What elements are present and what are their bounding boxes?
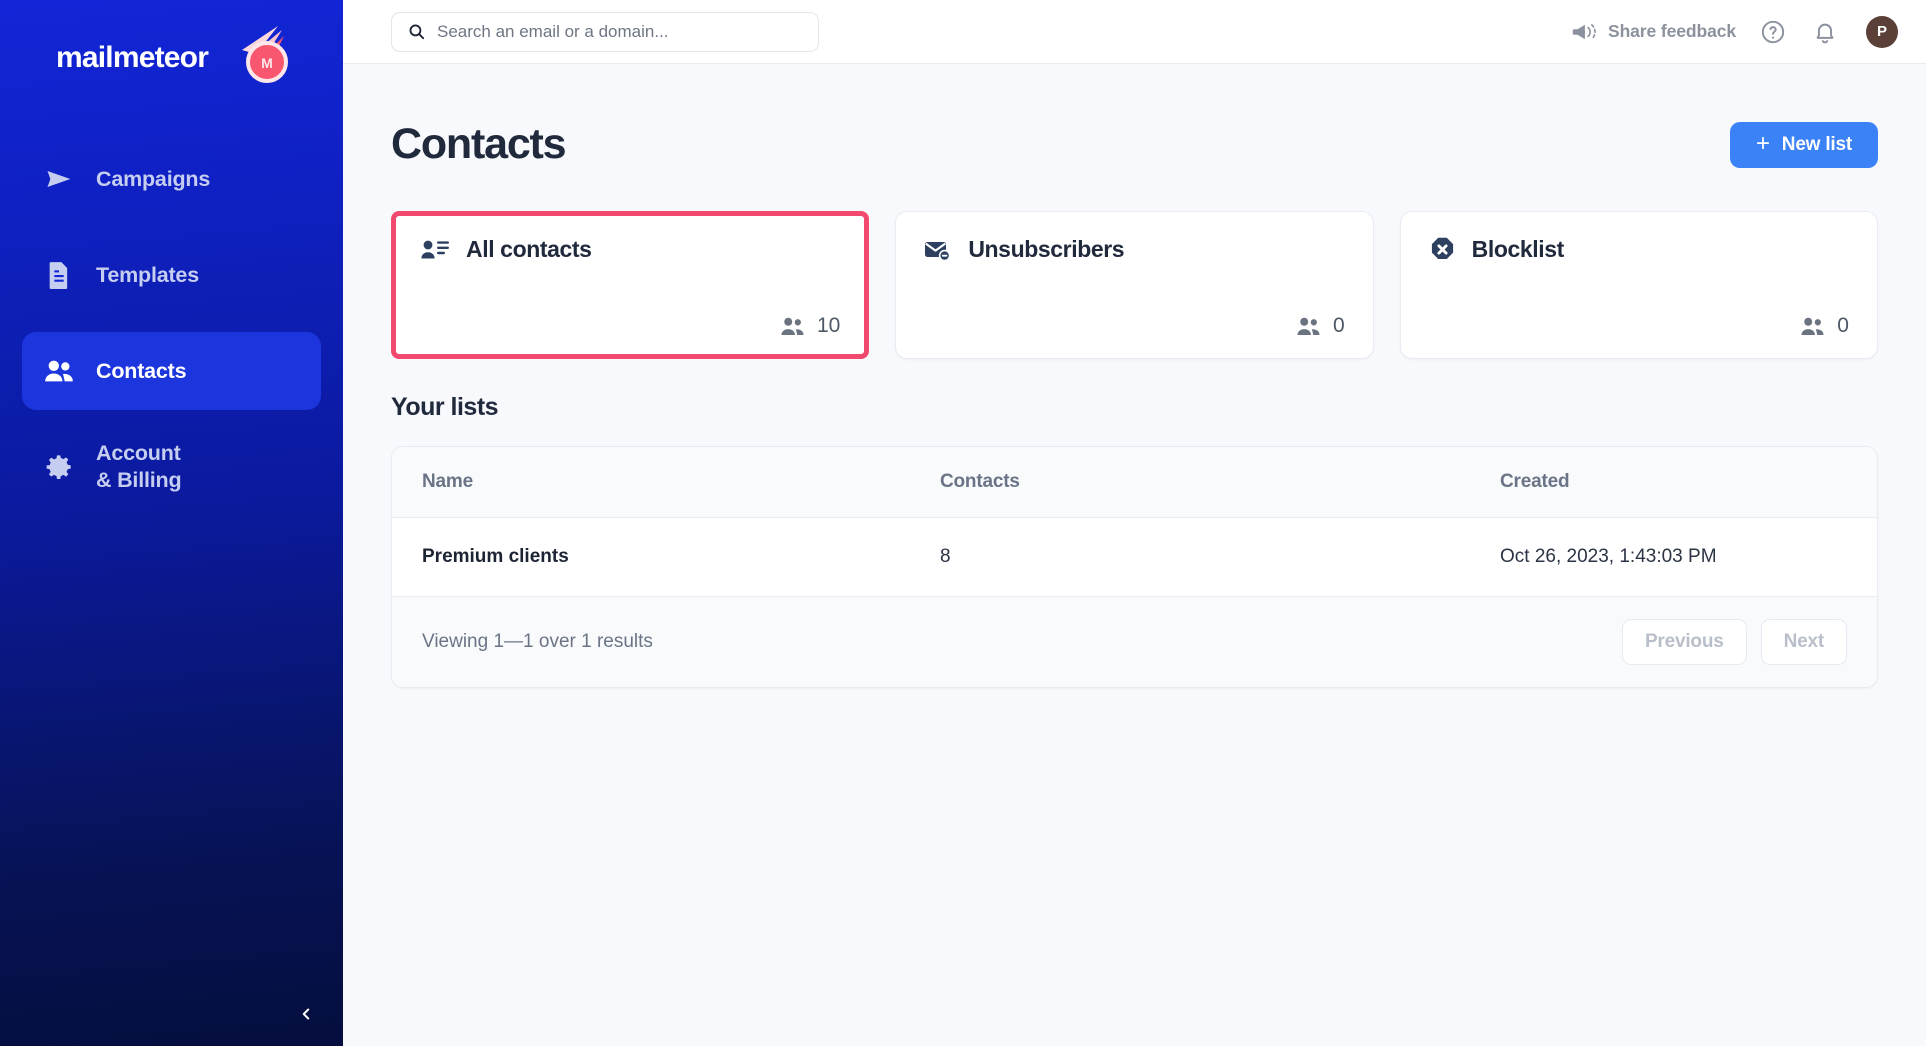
card-title: Unsubscribers: [968, 236, 1125, 262]
svg-text:M: M: [261, 55, 273, 71]
results-summary: Viewing 1—1 over 1 results: [422, 631, 653, 652]
contact-card-icon: [421, 240, 449, 258]
cell-list-name: Premium clients: [392, 517, 940, 597]
help-button[interactable]: [1758, 17, 1788, 47]
people-count-icon: [781, 317, 804, 335]
brand-logo[interactable]: mailmeteor M: [0, 0, 343, 116]
document-icon: [44, 261, 74, 289]
sidebar-collapse-button[interactable]: [0, 982, 343, 1046]
card-blocklist[interactable]: Blocklist 0: [1399, 211, 1878, 359]
pagination: Previous Next: [1621, 619, 1847, 665]
section-title-your-lists: Your lists: [391, 393, 499, 421]
help-circle-icon: [1761, 20, 1785, 43]
card-title: Blocklist: [1471, 236, 1565, 262]
new-list-button[interactable]: + New list: [1729, 121, 1878, 168]
sidebar-item-label: Campaigns: [96, 166, 211, 191]
search-input[interactable]: [437, 21, 802, 42]
card-count: 10: [816, 314, 841, 337]
column-header-contacts[interactable]: Contacts: [940, 447, 1500, 518]
send-icon: [44, 165, 74, 193]
card-all-contacts[interactable]: All contacts 10: [391, 211, 870, 359]
gear-icon: [44, 453, 74, 481]
sidebar-item-campaigns[interactable]: Campaigns: [22, 140, 321, 218]
new-list-label: New list: [1781, 133, 1852, 155]
card-title: All contacts: [466, 236, 592, 262]
card-footer: 10: [420, 314, 840, 338]
search-icon: [409, 24, 425, 40]
lists-table-body: Premium clients 8 Oct 26, 2023, 1:43:03 …: [392, 517, 1877, 597]
page-header: Contacts + New list: [391, 120, 1878, 169]
comet-icon: M: [242, 26, 288, 83]
people-count-icon: [1801, 317, 1824, 335]
sidebar-item-label: Contacts: [96, 358, 187, 383]
card-header: Blocklist: [1429, 236, 1849, 263]
lists-table: Name Contacts Created Premium clients 8 …: [392, 447, 1877, 597]
table-row[interactable]: Premium clients 8 Oct 26, 2023, 1:43:03 …: [392, 517, 1877, 597]
notifications-button[interactable]: [1810, 17, 1840, 47]
block-x-icon: [1431, 237, 1453, 259]
cell-list-created: Oct 26, 2023, 1:43:03 PM: [1500, 517, 1877, 597]
top-bar-actions: Share feedback P: [1572, 15, 1898, 48]
card-unsubscribers[interactable]: Unsubscribers 0: [895, 211, 1374, 359]
plus-icon: +: [1755, 129, 1770, 157]
next-page-button[interactable]: Next: [1760, 619, 1847, 665]
card-count: 0: [1837, 314, 1849, 337]
card-header: All contacts: [420, 236, 840, 263]
cell-list-contacts: 8: [940, 517, 1500, 597]
page-content: Contacts + New list All contacts 10 Unsu…: [343, 64, 1926, 1046]
sidebar-item-label: Templates: [96, 262, 199, 287]
sidebar-item-contacts[interactable]: Contacts: [22, 332, 321, 410]
card-footer: 0: [1429, 314, 1849, 338]
search-box[interactable]: [391, 11, 819, 52]
sidebar-nav: Campaigns Templates Contacts Account & B…: [0, 140, 343, 524]
column-header-created[interactable]: Created: [1500, 447, 1877, 518]
user-avatar[interactable]: P: [1866, 15, 1898, 48]
share-feedback-label: Share feedback: [1608, 21, 1736, 41]
contact-category-cards: All contacts 10 Unsubscribers 0 Blocklis…: [391, 211, 1878, 359]
brand-logo-text: mailmeteor: [56, 41, 209, 74]
envelope-minus-icon: [925, 241, 951, 261]
megaphone-icon: [1572, 23, 1596, 40]
card-count: 0: [1332, 314, 1345, 337]
page-title: Contacts: [391, 120, 567, 168]
sidebar-item-label: Account & Billing: [96, 441, 182, 492]
lists-table-card: Name Contacts Created Premium clients 8 …: [391, 446, 1878, 688]
main-area: Share feedback P: [343, 0, 1926, 1046]
column-header-name[interactable]: Name: [392, 447, 940, 518]
table-header-row: Name Contacts Created: [392, 447, 1877, 518]
previous-page-button[interactable]: Previous: [1621, 619, 1747, 665]
card-header: Unsubscribers: [924, 236, 1344, 263]
top-bar: Share feedback P: [343, 0, 1926, 64]
share-feedback-button[interactable]: Share feedback: [1572, 21, 1736, 42]
app-root: mailmeteor M Campaigns Templates Contact…: [0, 0, 1926, 1046]
bell-icon: [1816, 23, 1834, 43]
card-footer: 0: [924, 314, 1345, 338]
people-icon: [44, 358, 74, 384]
people-count-icon: [1297, 317, 1320, 335]
table-footer: Viewing 1—1 over 1 results Previous Next: [392, 597, 1877, 687]
sidebar: mailmeteor M Campaigns Templates Contact…: [0, 0, 343, 1046]
sidebar-item-account-billing[interactable]: Account & Billing: [22, 428, 321, 506]
chevron-left-icon: [302, 1008, 310, 1020]
sidebar-item-templates[interactable]: Templates: [22, 236, 321, 314]
lists-table-head: Name Contacts Created: [392, 447, 1877, 518]
